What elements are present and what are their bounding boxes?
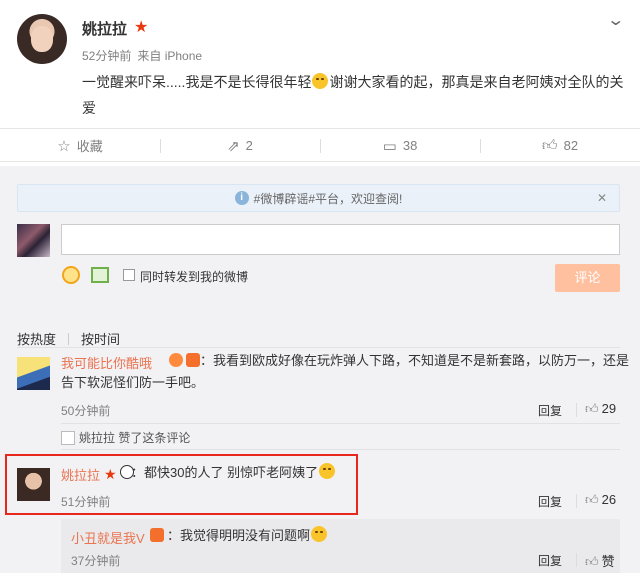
comment-like-count: 29 [601, 401, 617, 416]
reply-button[interactable]: 回复 [538, 493, 562, 510]
divider [576, 553, 577, 567]
vip-star-icon: ★ [134, 19, 149, 36]
repost-checkbox-label[interactable]: 同时转发到我的微博 [140, 268, 248, 285]
comment-time[interactable]: 50分钟前 [61, 402, 110, 419]
star-outline-icon: ☆ [57, 137, 71, 155]
image-upload-icon[interactable] [91, 267, 109, 283]
reply-button[interactable]: 回复 [538, 552, 562, 569]
comment-like-button[interactable]: 👍︎ 29 [585, 401, 616, 417]
repost-checkbox[interactable] [123, 269, 135, 281]
thumbs-up-icon: 👍︎ [585, 401, 599, 416]
tab-sort-time[interactable]: 按时间 [81, 332, 120, 347]
action-bar: ☆ 收藏 ⇗ 2 ▭ 38 👍︎ 82 [0, 128, 640, 162]
notice-bar[interactable]: i #微博辟谣#平台，欢迎查阅! ✕ [17, 184, 620, 212]
submit-comment-button[interactable]: 评论 [555, 264, 620, 292]
comment-author-name[interactable]: 姚拉拉 [61, 465, 100, 484]
member-badge-icon [150, 528, 164, 542]
comment-bubble-icon: ▭ [382, 137, 397, 155]
post-text-part1: 一觉醒来吓呆.....我是不是长得很年轻 [82, 74, 312, 90]
post-text: 一觉醒来吓呆.....我是不是长得很年轻 谢谢大家看的起，那真是来自老阿姨对全队的… [82, 69, 627, 121]
comment-section: i #微博辟谣#平台，欢迎查阅! ✕ 同时转发到我的微博 评论 按热度 按时间 我可… [0, 166, 640, 573]
sort-tabs: 按热度 按时间 [17, 329, 120, 348]
like-count: 82 [563, 138, 579, 153]
info-icon: i [234, 191, 249, 205]
divider [61, 423, 620, 424]
sub-reply-like-button[interactable]: 👍︎ 赞 [585, 551, 615, 570]
comment-text-line1: ：我看到欧成好像在玩炸弹人下路，不知道是不是新套路，以防万一，还是 [200, 353, 630, 368]
comment-text: ：都快30的人了 别惊吓老阿姨了 [131, 462, 336, 484]
emoji-picker-icon[interactable] [62, 266, 80, 284]
favorite-button[interactable]: ☆ 收藏 [0, 129, 160, 162]
divider [61, 449, 620, 450]
sub-reply-like-label: 赞 [601, 554, 615, 569]
sub-reply-time[interactable]: 37分钟前 [71, 552, 120, 569]
like-button[interactable]: 👍︎ 82 [480, 129, 640, 162]
liked-by-author: 姚拉拉 赞了这条评论 [61, 429, 190, 446]
laughing-emoji-icon [311, 526, 328, 542]
comment-button[interactable]: ▭ 38 [320, 129, 480, 162]
notice-text[interactable]: #微博辟谣#平台，欢迎查阅! [254, 190, 403, 207]
repost-count: 2 [245, 138, 253, 153]
divider [576, 403, 577, 417]
chevron-down-icon[interactable]: ⌄ [606, 10, 625, 30]
close-icon[interactable]: ✕ [597, 191, 607, 205]
comment-count: 38 [402, 138, 418, 153]
my-avatar [17, 224, 50, 257]
repost-icon: ⇗ [227, 137, 240, 155]
liked-by-text: 赞了这条评论 [118, 431, 191, 445]
avatar[interactable] [17, 468, 50, 501]
author-mini-avatar [61, 431, 75, 445]
comment-like-count: 26 [601, 492, 617, 507]
post-source: 来自 iPhone [137, 49, 203, 63]
comment-author-name[interactable]: 我可能比你酷哦 [61, 353, 152, 372]
comment-badges: ★ [101, 462, 134, 484]
comment-text-line2: 告下软泥怪们防一手吧。 [61, 375, 205, 390]
vip-star-icon: ★ [104, 466, 117, 482]
thumbs-up-icon: 👍︎ [585, 554, 599, 569]
sub-reply-box: 小丑就是我V ：我觉得明明没有问题啊 37分钟前 回复 👍︎ 赞 [61, 519, 620, 573]
avatar[interactable] [17, 357, 50, 390]
tab-sort-hot[interactable]: 按热度 [17, 332, 56, 347]
comment-time[interactable]: 51分钟前 [61, 493, 110, 510]
sleepy-emoji-icon [312, 73, 329, 89]
comment-like-button[interactable]: 👍︎ 26 [585, 492, 616, 508]
comment-text-body: ：都快30的人了 别惊吓老阿姨了 [131, 465, 319, 480]
post-meta: 52分钟前 来自 iPhone [82, 47, 202, 64]
post-time[interactable]: 52分钟前 [82, 49, 131, 63]
comment-badges [166, 350, 200, 372]
reply-button[interactable]: 回复 [538, 402, 562, 419]
repost-button[interactable]: ⇗ 2 [160, 129, 320, 162]
author-name[interactable]: 姚拉拉 [82, 18, 127, 39]
divider [17, 347, 620, 348]
favorite-label: 收藏 [76, 139, 103, 154]
divider [68, 333, 70, 345]
author-avatar[interactable] [17, 14, 67, 64]
comment-badges [147, 525, 164, 547]
heart-badge-icon [169, 353, 183, 367]
weibo-post: 姚拉拉 ★ 52分钟前 来自 iPhone ⌄ 一觉醒来吓呆.....我是不是长得… [0, 0, 640, 128]
comment-input[interactable] [61, 224, 620, 255]
liked-by-name[interactable]: 姚拉拉 [79, 431, 115, 445]
divider [576, 494, 577, 508]
member-badge-icon [186, 353, 200, 367]
thumbs-up-icon: 👍︎ [585, 492, 599, 507]
sub-reply-author[interactable]: 小丑就是我V [71, 528, 145, 547]
sub-reply-text: ：我觉得明明没有问题啊 [167, 525, 328, 547]
laughing-emoji-icon [319, 463, 336, 479]
sub-reply-text-body: ：我觉得明明没有问题啊 [167, 528, 311, 543]
thumbs-up-icon: 👍︎ [541, 136, 558, 154]
